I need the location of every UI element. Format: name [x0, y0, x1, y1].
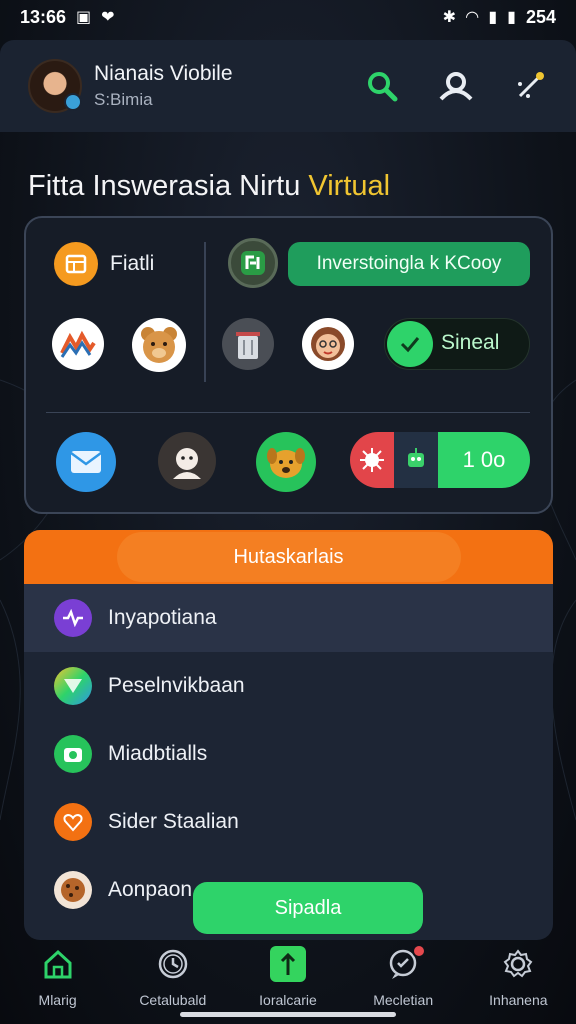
cookie-icon: [54, 871, 92, 909]
settings-icon: [500, 946, 536, 982]
menu-card: Hutaskarlais Inyapotiana Peselnvikbaan M…: [24, 530, 553, 940]
counter-widget[interactable]: 1 0o: [350, 432, 530, 488]
virus-icon: [350, 432, 394, 488]
menu-header-button[interactable]: Hutaskarlais: [116, 532, 461, 582]
nav-label: Inhanena: [489, 992, 548, 1008]
notification-icon: ▣: [76, 9, 92, 26]
menu-header: Hutaskarlais: [24, 530, 553, 584]
trash-app-button[interactable]: [222, 318, 274, 370]
nav-item-settings[interactable]: Inhanena: [463, 946, 573, 1008]
chart-icon: [60, 330, 96, 358]
profile-button[interactable]: [438, 68, 474, 104]
status-time: 13:66: [20, 6, 67, 27]
list-item-label: Aonpaon: [108, 878, 193, 901]
gallery-icon: [54, 667, 92, 705]
horizontal-divider: [46, 412, 530, 413]
status-bar: 13:66 ▣ ❤ ✱ ◠ ▮ ▮ 254: [0, 0, 576, 34]
nav-item-messages[interactable]: Mecletian: [348, 944, 458, 1008]
pulse-icon: [54, 599, 92, 637]
section-title-main: Fitta Inswerasia Nirtu: [28, 170, 301, 202]
nav-label: Mecletian: [373, 992, 434, 1008]
section-title-accent: Virtual: [308, 170, 391, 202]
list-item-label: Miadbtialls: [108, 742, 208, 765]
magic-button[interactable]: [512, 68, 548, 104]
girl-avatar-button[interactable]: [302, 318, 354, 370]
notification-badge: [412, 944, 427, 958]
nav-label: Mlarig: [38, 992, 77, 1008]
list-item[interactable]: Peselnvikbaan: [24, 652, 553, 720]
upload-icon: [269, 946, 306, 982]
mail-icon: [70, 451, 102, 473]
list-item[interactable]: Sider Staalian: [24, 788, 553, 856]
user-icon: [439, 72, 473, 101]
heart-shield-icon: [54, 803, 92, 841]
face-icon: [173, 448, 201, 479]
list-item-label: Sider Staalian: [108, 810, 239, 833]
signal-toggle[interactable]: Sineal: [384, 318, 530, 370]
nav-label: Cetalubald: [139, 992, 207, 1008]
brand-logo-button[interactable]: [228, 238, 278, 288]
search-icon: [368, 72, 398, 102]
list-item-label: Inyapotiana: [108, 606, 217, 629]
app-title: Nianais Viobile: [94, 62, 233, 85]
clock-icon: [155, 946, 191, 982]
toggle-label: Sineal: [441, 331, 500, 354]
avatar-status-badge: [64, 93, 82, 111]
camera-icon: [54, 735, 92, 773]
counter-value: 1 0o: [438, 432, 530, 488]
robot-icon: [394, 432, 438, 488]
feature-button[interactable]: [54, 242, 98, 286]
invest-button[interactable]: Inverstoingla k KCooy: [288, 242, 530, 286]
list-item[interactable]: Miadbtialls: [24, 720, 553, 788]
check-icon: [387, 321, 433, 367]
bluetooth-icon: ✱: [442, 9, 457, 26]
heart-icon: ❤: [101, 9, 115, 26]
nav-item-history[interactable]: Cetalubald: [118, 946, 228, 1008]
home-icon: [40, 946, 76, 982]
logo-icon: [241, 251, 265, 275]
search-button[interactable]: [364, 68, 400, 104]
mail-app-button[interactable]: [56, 432, 116, 492]
grid-icon: [65, 254, 87, 274]
list-item-label: Peselnvikbaan: [108, 674, 245, 697]
dog-icon: [267, 448, 305, 478]
home-indicator[interactable]: [180, 1012, 396, 1017]
bear-app-button[interactable]: [132, 318, 186, 372]
list-item[interactable]: Inyapotiana: [24, 584, 553, 652]
signal-icon: ▮: [488, 9, 498, 26]
feature-panel: Fiatli Inverstoingla k KCooy Sineal 1 0o: [24, 216, 553, 514]
vertical-divider: [204, 242, 206, 382]
battery-level: 254: [525, 6, 556, 27]
app-header: Nianais Viobile S:Bimia: [0, 40, 576, 132]
dog-app-button[interactable]: [256, 432, 316, 492]
battery-icon: ▮: [507, 9, 516, 26]
face-app-button[interactable]: [158, 432, 216, 490]
wifi-icon: ◠: [466, 9, 479, 26]
bear-icon: [141, 327, 177, 363]
nav-label: Ioralcarie: [259, 992, 317, 1008]
girl-avatar-icon: [311, 327, 345, 361]
primary-action-button[interactable]: Sipadla: [193, 882, 423, 934]
app-subtitle: S:Bimia: [94, 90, 153, 109]
chart-app-button[interactable]: [52, 318, 104, 370]
trash-icon: [236, 332, 260, 359]
nav-item-upload[interactable]: Ioralcarie: [233, 946, 343, 1008]
feature-label: Fiatli: [110, 252, 155, 275]
nav-item-home[interactable]: Mlarig: [3, 946, 113, 1008]
avatar[interactable]: [28, 59, 82, 113]
magic-wand-icon: [518, 72, 544, 98]
section-title: Fitta Inswerasia Nirtu Virtual: [28, 170, 390, 203]
